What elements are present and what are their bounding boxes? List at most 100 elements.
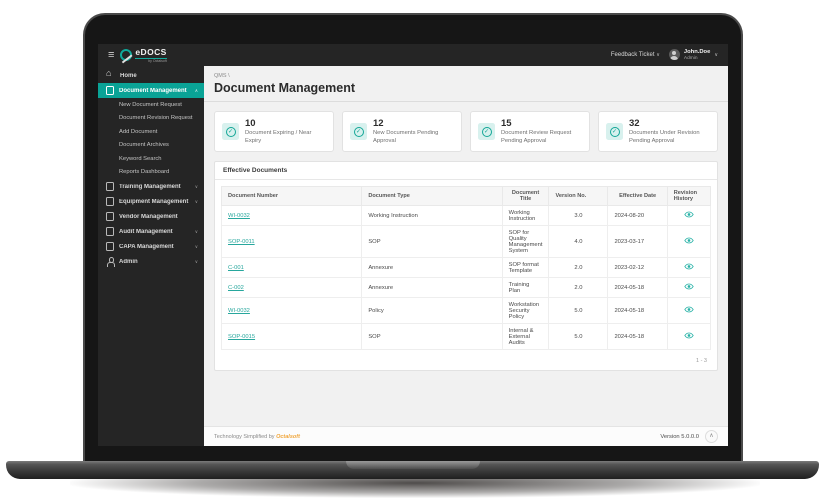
chevron-icon: ∨ (194, 198, 198, 204)
document-number-link[interactable]: SOP-0015 (228, 334, 255, 340)
capa-icon (106, 241, 114, 251)
sidebar-submenu-item[interactable]: Keyword Search (98, 152, 204, 166)
app-screen: ≡ eDOCS by Octalsoft Feedback Ticket ∨ J… (98, 44, 728, 446)
laptop-base (6, 461, 819, 479)
sidebar-item-label: CAPA Management (119, 243, 174, 250)
sidebar-submenu-item[interactable]: Document Archives (98, 139, 204, 153)
sidebar-submenu-item[interactable]: Document Revision Request (98, 112, 204, 126)
stat-value: 10 (245, 118, 256, 129)
table-row: SOP-0015 SOP Internal & External Audits … (220, 323, 712, 351)
sidebar-submenu-item[interactable]: New Document Request (98, 98, 204, 112)
effective-date-cell: 2024-05-18 (607, 297, 668, 325)
chevron-down-icon: ∨ (714, 51, 718, 58)
effective-date-cell: 2023-03-17 (607, 225, 668, 259)
sidebar-item[interactable]: Document Management ∧ (98, 83, 204, 98)
topbar-right: Feedback Ticket ∨ John.Doe Admin ∨ (611, 49, 718, 61)
page-title: Document Management (214, 81, 355, 95)
stat-card: ✓ 12 New Documents Pending Approval (342, 111, 462, 153)
sidebar-item[interactable]: Admin ∨ (98, 254, 204, 269)
document-type-cell: SOP (361, 323, 503, 351)
table-row: C-001 Annexure SOP format Template 2.0 2… (220, 257, 712, 279)
document-number-link[interactable]: WI-0032 (228, 308, 250, 314)
table-header-cell: Effective Date (607, 186, 668, 207)
version-label: Version 5.0.0.0 (660, 433, 699, 440)
laptop-bezel: ≡ eDOCS by Octalsoft Feedback Ticket ∨ J… (83, 13, 743, 463)
version-cell: 3.0 (548, 205, 609, 227)
vendor-icon (106, 211, 114, 221)
document-number-link[interactable]: WI-0032 (228, 213, 250, 219)
effective-date-cell: 2024-05-18 (607, 323, 668, 351)
check-circle-icon: ✓ (350, 123, 367, 141)
page-header: QMS \ Document Management (204, 66, 728, 102)
eye-icon[interactable] (684, 211, 694, 220)
audit-icon (106, 226, 114, 236)
eye-icon[interactable] (684, 332, 694, 341)
user-avatar (668, 49, 680, 61)
sidebar-item[interactable]: Equipment Management ∨ (98, 194, 204, 209)
document-type-cell: Working Instruction (361, 205, 503, 227)
stat-value: 32 (629, 118, 640, 129)
sidebar-submenu-item[interactable]: Add Document (98, 125, 204, 139)
sidebar-item[interactable]: Home (98, 68, 204, 83)
scroll-to-top-button[interactable]: ∧ (705, 430, 718, 443)
sidebar: Home Document Management ∧ (98, 66, 204, 446)
documents-table: Document Number Document Type Document Tit… (220, 186, 712, 351)
stat-card: ✓ 15 Document Review Request Pending App… (470, 111, 590, 153)
user-menu[interactable]: John.Doe Admin ∨ (668, 49, 718, 61)
laptop-notch (345, 461, 480, 469)
stat-card: ✓ 32 Documents Under Revision Pending Ap… (598, 111, 718, 153)
eye-icon[interactable] (684, 237, 694, 246)
version-cell: 5.0 (548, 323, 609, 351)
sidebar-item-label: Vendor Management (119, 213, 178, 220)
document-title-cell: SOP for Quality Management System (501, 225, 550, 259)
sidebar-item-label: Document Management (119, 87, 187, 94)
stat-label: Document Review Request Pending Approval (501, 130, 572, 144)
stat-label: New Documents Pending Approval (373, 130, 439, 144)
laptop-mockup: ≡ eDOCS by Octalsoft Feedback Ticket ∨ J… (0, 0, 825, 502)
main-content: QMS \ Document Management ✓ 10 Document … (204, 66, 728, 446)
footer-credit: Technology Simplified by Octalsoft (214, 434, 300, 440)
check-circle-icon: ✓ (606, 123, 623, 141)
sidebar-top-group: Home Document Management ∧ (98, 68, 204, 98)
chevron-down-icon: ∨ (656, 51, 660, 58)
stat-value: 12 (373, 118, 384, 129)
version-cell: 4.0 (548, 225, 609, 259)
sidebar-item[interactable]: CAPA Management ∨ (98, 239, 204, 254)
table-header-cell: Document Type (361, 186, 503, 207)
chevron-icon: ∨ (194, 183, 198, 189)
document-title-cell: Workstation Security Policy (501, 297, 550, 325)
stat-cards: ✓ 10 Document Expiring / Near Expiry ✓ 1… (214, 111, 718, 153)
brand-octalsoft[interactable]: Octalsoft (276, 434, 300, 440)
sidebar-item-label: Home (120, 72, 137, 79)
stat-card: ✓ 10 Document Expiring / Near Expiry (214, 111, 334, 153)
pagination: 1 - 3 (695, 358, 707, 365)
sidebar-item[interactable]: Training Management ∨ (98, 179, 204, 194)
check-circle-icon: ✓ (222, 123, 239, 141)
document-number-link[interactable]: C-002 (228, 285, 244, 291)
sidebar-item[interactable]: Audit Management ∨ (98, 224, 204, 239)
document-title-cell: SOP format Template (501, 257, 550, 279)
sidebar-item-label: Training Management (119, 183, 181, 190)
hamburger-menu-icon[interactable]: ≡ (108, 49, 114, 61)
document-number-link[interactable]: C-001 (228, 265, 244, 271)
table-row: C-002 Annexure Training Plan 2.0 2024-05… (220, 277, 712, 299)
eye-icon[interactable] (684, 283, 694, 292)
eye-icon[interactable] (684, 263, 694, 272)
eye-icon[interactable] (684, 306, 694, 315)
app-logo: eDOCS by Octalsoft (120, 47, 167, 63)
logo-text: eDOCS (135, 47, 167, 59)
feedback-ticket-menu[interactable]: Feedback Ticket ∨ (611, 52, 660, 58)
sidebar-item-label: Admin (119, 258, 138, 265)
sidebar-item[interactable]: Vendor Management (98, 209, 204, 224)
document-number-link[interactable]: SOP-0011 (228, 239, 255, 245)
user-role: Admin (683, 55, 698, 61)
chevron-icon: ∨ (194, 228, 198, 234)
sidebar-submenu-item[interactable]: Reports Dashboard (98, 166, 204, 180)
top-bar: ≡ eDOCS by Octalsoft Feedback Ticket ∨ J… (98, 44, 728, 66)
footer-credit-text: Technology Simplified by (214, 433, 277, 440)
panel-title: Effective Documents (215, 162, 717, 181)
chevron-icon: ∨ (194, 243, 198, 249)
version-cell: 2.0 (548, 257, 609, 279)
breadcrumb-separator: \ (228, 73, 230, 79)
breadcrumb-qms[interactable]: QMS (214, 73, 227, 79)
